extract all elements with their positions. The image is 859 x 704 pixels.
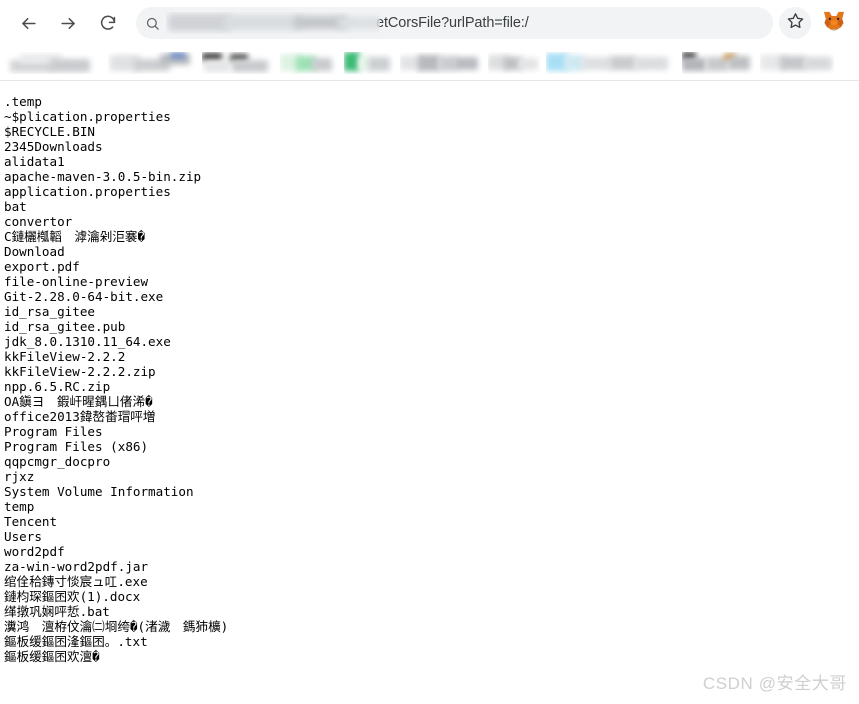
directory-entry: ~$plication.properties — [4, 109, 171, 124]
bookmark-item[interactable] — [6, 52, 102, 74]
bookmark-star-button[interactable] — [779, 7, 811, 39]
url-redacted-region — [166, 12, 380, 34]
csdn-watermark: CSDN @安全大哥 — [702, 674, 847, 693]
bookmark-item[interactable] — [202, 52, 274, 74]
directory-entry: npp.6.5.RC.zip — [4, 379, 111, 394]
directory-entry: kkFileView-2.2.2 — [4, 349, 126, 364]
directory-entry: 缂撴巩娴呯悊.bat — [4, 604, 110, 619]
bookmark-item[interactable] — [400, 52, 482, 74]
directory-entry: Program Files (x86) — [4, 439, 149, 454]
directory-entry: Tencent — [4, 514, 58, 529]
directory-entry: file-online-preview — [4, 274, 149, 289]
directory-entry: 鏈枃琛鏂囨欢(1).docx — [4, 589, 141, 604]
directory-entry: word2pdf — [4, 544, 65, 559]
url-text: etCorsFile?urlPath=file:/ — [376, 15, 529, 31]
directory-entry: $RECYCLE.BIN — [4, 124, 95, 139]
star-icon — [787, 12, 804, 34]
directory-entry: jdk_8.0.1310.11_64.exe — [4, 334, 171, 349]
directory-entry: C鏈欐槬韜 滹瀹剁洰褰� — [4, 229, 146, 244]
directory-entry: 鏂板缓鏂囨湰鏂囨。.txt — [4, 634, 148, 649]
directory-entry: application.properties — [4, 184, 171, 199]
reload-icon — [99, 14, 117, 32]
directory-entry: 鏂板缓鏂囨欢澶� — [4, 649, 100, 664]
forward-button[interactable] — [53, 8, 83, 38]
page-content: .temp ~$plication.properties $RECYCLE.BIN 2… — [0, 81, 859, 704]
back-button[interactable] — [13, 8, 43, 38]
bookmarks-bar — [0, 46, 859, 79]
reload-button[interactable] — [93, 8, 123, 38]
directory-entry: Program Files — [4, 424, 103, 439]
directory-entry: apache-maven-3.0.5-bin.zip — [4, 169, 202, 184]
directory-entry: rjxz — [4, 469, 35, 484]
page-info-icon[interactable] — [142, 13, 162, 33]
metamask-extension-button[interactable] — [819, 8, 849, 38]
directory-entry: .temp — [4, 94, 42, 109]
directory-entry: Download — [4, 244, 65, 259]
directory-entry: alidata1 — [4, 154, 65, 169]
browser-toolbar: etCorsFile?urlPath=file:/ — [0, 0, 859, 46]
directory-entry: qqpcmgr_docpro — [4, 454, 111, 469]
directory-entry: System Volume Information — [4, 484, 194, 499]
directory-entry: temp — [4, 499, 35, 514]
bookmark-item[interactable] — [280, 52, 338, 74]
url-text-wrapper[interactable]: etCorsFile?urlPath=file:/ — [166, 7, 765, 39]
bookmark-item[interactable] — [760, 52, 834, 74]
directory-entry: office2013鍏嶅畨瑁呯増 — [4, 409, 156, 424]
directory-entry: convertor — [4, 214, 73, 229]
directory-entry: 绾佺秴鏄寸惔宸ュ叿.exe — [4, 574, 148, 589]
directory-entry: 瀵鸿 澶栫伩瀹㈡埛绔�(渚濊 鎷犻櫎) — [4, 619, 229, 634]
bookmark-item[interactable] — [488, 52, 540, 74]
browser-chrome: etCorsFile?urlPath=file:/ — [0, 0, 859, 81]
bookmark-item[interactable] — [108, 52, 196, 74]
directory-entry: 2345Downloads — [4, 139, 103, 154]
directory-entry: Users — [4, 529, 42, 544]
bookmark-item[interactable] — [682, 51, 754, 74]
fox-icon — [823, 11, 845, 36]
bookmark-item[interactable] — [344, 51, 394, 74]
address-bar[interactable]: etCorsFile?urlPath=file:/ — [136, 7, 773, 39]
directory-entry: id_rsa_gitee.pub — [4, 319, 126, 334]
directory-entry: za-win-word2pdf.jar — [4, 559, 149, 574]
back-arrow-icon — [19, 14, 38, 33]
forward-arrow-icon — [59, 14, 78, 33]
directory-entry: Git-2.28.0-64-bit.exe — [4, 289, 164, 304]
directory-entry: OA鎭ヨ 鍜屽暒鍝ㄩ偖浠� — [4, 394, 153, 409]
directory-entry: kkFileView-2.2.2.zip — [4, 364, 156, 379]
directory-listing: .temp ~$plication.properties $RECYCLE.BIN 2… — [0, 81, 859, 664]
directory-entry: id_rsa_gitee — [4, 304, 95, 319]
directory-entry: bat — [4, 199, 27, 214]
bookmark-item[interactable] — [546, 52, 676, 74]
directory-entry: export.pdf — [4, 259, 80, 274]
